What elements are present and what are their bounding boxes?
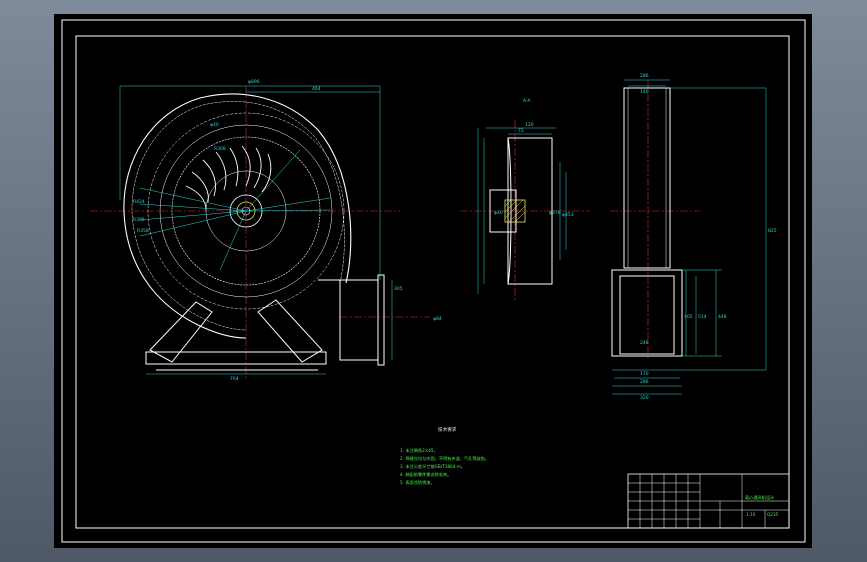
dim-bottom-b: 320 xyxy=(640,395,649,401)
dim-flange-c: 448 xyxy=(718,314,727,320)
dim-hub-inner: 72 xyxy=(518,128,524,134)
dim-hub-top: 120 xyxy=(525,122,534,128)
dim-overall-width: φ896 xyxy=(248,79,260,85)
dim-half-width: 464 xyxy=(312,86,321,92)
dim-section-label: A-A xyxy=(523,98,532,104)
dim-shaft-dia: φ40 xyxy=(494,210,503,216)
dim-outlet-height: 305 xyxy=(394,286,403,292)
dim-radius-c: R358 xyxy=(137,228,149,234)
title-block-title: 离心通风机设计 xyxy=(745,494,774,501)
note-2: 2. 焊缝应均匀牢固，不得有夹渣、气孔等缺陷。 xyxy=(400,455,489,462)
note-1: 1. 未注倒角2×45。 xyxy=(400,447,438,454)
dim-radius-d: R308 xyxy=(214,146,226,152)
dim-base-width: 248 xyxy=(640,340,649,346)
notes-title: 技术要求 xyxy=(438,426,457,433)
dim-inner-top: 140 xyxy=(640,89,649,95)
dim-radius-b: R395 xyxy=(133,217,145,223)
note-4: 4. 装配前零件需去除毛刺。 xyxy=(400,471,451,478)
drawing-sheet: φ896 464 764 305 φ84 R424 R395 R358 R308… xyxy=(54,14,812,548)
title-block-scale: 1:10 xyxy=(746,512,756,517)
title-block-material: Q235 xyxy=(767,512,779,517)
dim-base-inner: 170 xyxy=(640,371,649,377)
dim-disk-dia: φ376 xyxy=(549,210,561,216)
dim-bottom-a: 286 xyxy=(640,379,649,385)
note-3: 3. 未注公差尺寸按GB/T1804-m。 xyxy=(400,463,465,470)
dim-flange-a: 405 xyxy=(684,314,693,320)
dim-top-width: 286 xyxy=(640,73,649,79)
dim-bottom-width: 764 xyxy=(230,376,239,382)
dim-impeller-label: φ40 xyxy=(210,122,219,128)
dim-radius-a: R424 xyxy=(133,199,145,205)
dim-outer-dia: φ453 xyxy=(562,212,574,218)
dim-overall-height: 825 xyxy=(768,228,777,234)
dim-outlet-label: φ84 xyxy=(433,316,442,322)
note-5: 5. 表面涂防锈漆。 xyxy=(400,479,435,486)
dim-flange-b: 514 xyxy=(698,314,707,320)
viewport: φ896 464 764 305 φ84 R424 R395 R358 R308… xyxy=(0,0,867,562)
